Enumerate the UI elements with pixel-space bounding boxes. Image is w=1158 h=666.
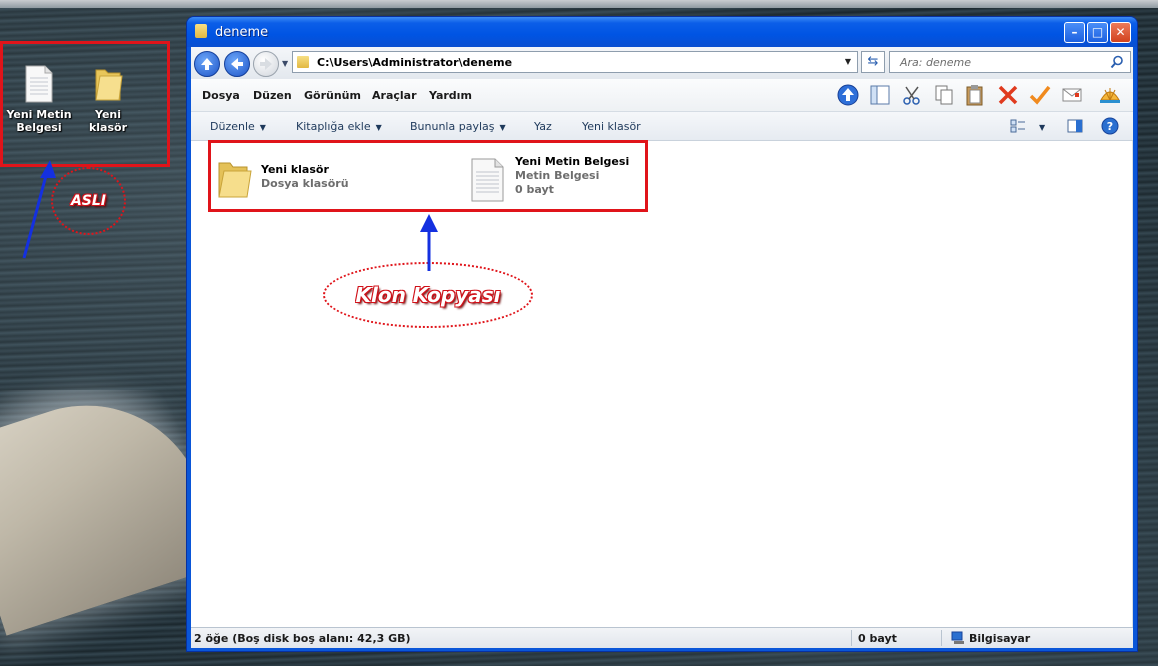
- annotation-arrows: [22, 160, 438, 271]
